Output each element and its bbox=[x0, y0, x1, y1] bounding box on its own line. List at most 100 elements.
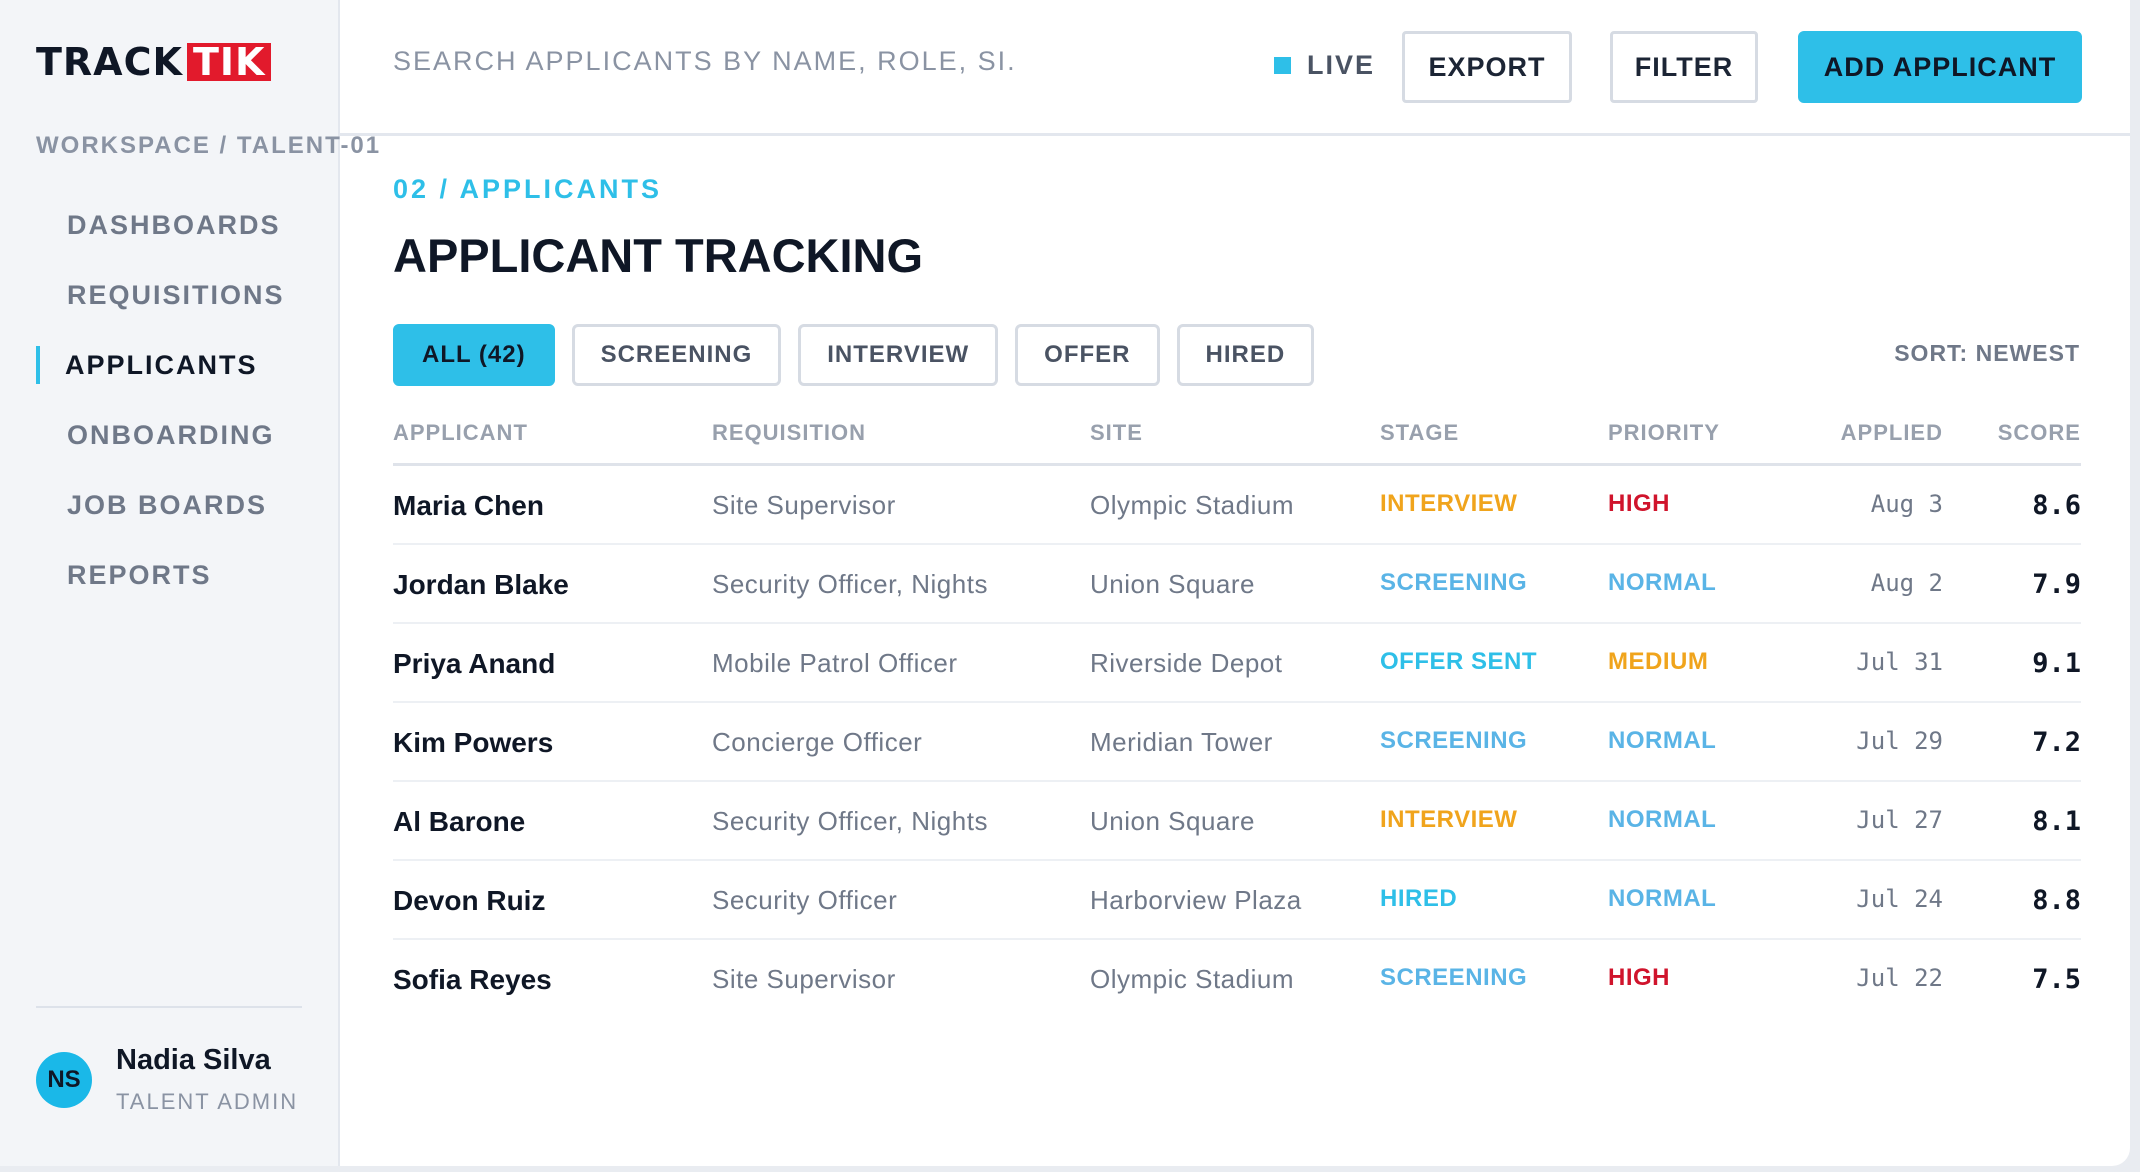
add-applicant-button[interactable]: ADD APPLICANT bbox=[1798, 31, 2082, 103]
priority-badge: NORMAL bbox=[1608, 727, 1717, 754]
requisition-cell: Site Supervisor bbox=[712, 964, 896, 994]
live-indicator: LIVE bbox=[1274, 50, 1375, 81]
stage-badge: SCREENING bbox=[1380, 727, 1528, 754]
sidebar-item-onboarding[interactable]: ONBOARDING bbox=[36, 400, 316, 470]
applied-date: Aug 3 bbox=[1870, 490, 1943, 518]
col-header-applied[interactable]: APPLIED bbox=[1841, 420, 1943, 446]
requisition-cell: Security Officer bbox=[712, 885, 898, 915]
requisition-cell: Mobile Patrol Officer bbox=[712, 648, 958, 678]
requisition-cell: Site Supervisor bbox=[712, 490, 896, 520]
priority-badge: NORMAL bbox=[1608, 806, 1717, 833]
user-role: TALENT ADMIN bbox=[116, 1089, 299, 1114]
score-value: 7.5 bbox=[2032, 964, 2081, 995]
requisition-cell: Security Officer, Nights bbox=[712, 806, 988, 836]
priority-badge: HIGH bbox=[1608, 490, 1670, 517]
tracktik-logo[interactable]: TRACK TIK bbox=[36, 40, 272, 84]
stage-badge: SCREENING bbox=[1380, 569, 1528, 596]
applied-date: Jul 24 bbox=[1856, 885, 1943, 913]
site-cell: Union Square bbox=[1090, 569, 1255, 599]
site-cell: Harborview Plaza bbox=[1090, 885, 1302, 915]
stage-badge: INTERVIEW bbox=[1380, 806, 1518, 833]
col-header-applicant[interactable]: APPLICANT bbox=[393, 420, 528, 446]
search-input[interactable] bbox=[393, 46, 1013, 77]
site-cell: Olympic Stadium bbox=[1090, 490, 1294, 520]
table-row[interactable]: Priya Anand Mobile Patrol Officer Rivers… bbox=[393, 624, 2081, 703]
table-row[interactable]: Sofia Reyes Site Supervisor Olympic Stad… bbox=[393, 940, 2081, 1019]
filter-chip-all[interactable]: ALL (42) bbox=[393, 324, 555, 386]
page-title: APPLICANT TRACKING bbox=[393, 229, 924, 282]
applicant-name[interactable]: Priya Anand bbox=[393, 648, 555, 680]
table-row[interactable]: Jordan Blake Security Officer, Nights Un… bbox=[393, 545, 2081, 624]
requisition-cell: Security Officer, Nights bbox=[712, 569, 988, 599]
col-header-stage[interactable]: STAGE bbox=[1380, 420, 1459, 446]
table-row[interactable]: Devon Ruiz Security Officer Harborview P… bbox=[393, 861, 2081, 940]
applicant-name[interactable]: Al Barone bbox=[393, 806, 525, 838]
col-header-requisition[interactable]: REQUISITION bbox=[712, 420, 866, 446]
avatar: NS bbox=[36, 1051, 92, 1108]
priority-badge: MEDIUM bbox=[1608, 648, 1709, 675]
workspace-breadcrumb: WORKSPACE / TALENT-01 bbox=[36, 132, 382, 159]
col-header-priority[interactable]: PRIORITY bbox=[1608, 420, 1720, 446]
sidebar-item-job-boards[interactable]: JOB BOARDS bbox=[36, 470, 316, 540]
sidebar-item-dashboards[interactable]: DASHBOARDS bbox=[36, 190, 316, 260]
applied-date: Jul 22 bbox=[1856, 964, 1943, 992]
site-cell: Meridian Tower bbox=[1090, 727, 1273, 757]
filter-chip-screening[interactable]: SCREENING bbox=[571, 324, 782, 386]
stage-badge: INTERVIEW bbox=[1380, 490, 1518, 517]
stage-badge: SCREENING bbox=[1380, 964, 1528, 991]
stage-badge: HIRED bbox=[1380, 885, 1458, 912]
score-value: 8.8 bbox=[2032, 885, 2081, 916]
priority-badge: NORMAL bbox=[1608, 885, 1717, 912]
table-header: APPLICANT REQUISITION SITE STAGE PRIORIT… bbox=[393, 410, 2081, 466]
live-dot-icon bbox=[1274, 57, 1291, 74]
filter-chip-interview[interactable]: INTERVIEW bbox=[798, 324, 999, 386]
filter-chip-offer[interactable]: OFFER bbox=[1015, 324, 1160, 386]
sidebar-item-applicants[interactable]: APPLICANTS bbox=[36, 330, 316, 400]
score-value: 9.1 bbox=[2032, 648, 2081, 679]
col-header-score[interactable]: SCORE bbox=[1998, 420, 2081, 446]
user-profile[interactable]: NS Nadia Silva TALENT ADMIN bbox=[36, 1044, 298, 1115]
section-eyebrow: 02 / APPLICANTS bbox=[393, 174, 663, 204]
sort-dropdown[interactable]: SORT: NEWEST bbox=[1894, 340, 2080, 367]
score-value: 7.9 bbox=[2032, 569, 2081, 600]
score-value: 8.1 bbox=[2032, 806, 2081, 837]
applied-date: Jul 27 bbox=[1856, 806, 1943, 834]
applied-date: Jul 31 bbox=[1856, 648, 1943, 676]
sidebar: TRACK TIK WORKSPACE / TALENT-01 DASHBOARD… bbox=[0, 0, 379, 1166]
score-value: 8.6 bbox=[2032, 490, 2081, 521]
applicant-name[interactable]: Sofia Reyes bbox=[393, 964, 552, 996]
priority-badge: HIGH bbox=[1608, 964, 1670, 991]
applicant-name[interactable]: Maria Chen bbox=[393, 490, 544, 522]
applicants-table: APPLICANT REQUISITION SITE STAGE PRIORIT… bbox=[393, 410, 2081, 1019]
col-header-site[interactable]: SITE bbox=[1090, 420, 1143, 446]
score-value: 7.2 bbox=[2032, 727, 2081, 758]
table-row[interactable]: Kim Powers Concierge Officer Meridian To… bbox=[393, 703, 2081, 782]
stage-filter-tabs: ALL (42) SCREENING INTERVIEW OFFER HIRED bbox=[393, 324, 1331, 386]
user-name: Nadia Silva bbox=[116, 1044, 271, 1076]
applicant-name[interactable]: Kim Powers bbox=[393, 727, 553, 759]
site-cell: Olympic Stadium bbox=[1090, 964, 1294, 994]
requisition-cell: Concierge Officer bbox=[712, 727, 923, 757]
table-row[interactable]: Maria Chen Site Supervisor Olympic Stadi… bbox=[393, 466, 2081, 545]
site-cell: Riverside Depot bbox=[1090, 648, 1283, 678]
stage-badge: OFFER SENT bbox=[1380, 648, 1538, 675]
applicant-name[interactable]: Devon Ruiz bbox=[393, 885, 545, 917]
sidebar-item-reports[interactable]: REPORTS bbox=[36, 540, 316, 610]
logo-track: TRACK bbox=[36, 40, 183, 84]
export-button[interactable]: EXPORT bbox=[1402, 31, 1572, 103]
priority-badge: NORMAL bbox=[1608, 569, 1717, 596]
applicant-name[interactable]: Jordan Blake bbox=[393, 569, 569, 601]
filter-button[interactable]: FILTER bbox=[1610, 31, 1758, 103]
applied-date: Jul 29 bbox=[1856, 727, 1943, 755]
filter-chip-hired[interactable]: HIRED bbox=[1176, 324, 1315, 386]
app-window: TRACK TIK WORKSPACE / TALENT-01 DASHBOARD… bbox=[0, 0, 2130, 1166]
sidebar-item-requisitions[interactable]: REQUISITIONS bbox=[36, 260, 316, 330]
user-text: Nadia Silva TALENT ADMIN bbox=[116, 1044, 298, 1115]
top-bar: LIVE EXPORT FILTER ADD APPLICANT bbox=[340, 0, 2130, 136]
table-row[interactable]: Al Barone Security Officer, Nights Union… bbox=[393, 782, 2081, 861]
table-body: Maria Chen Site Supervisor Olympic Stadi… bbox=[393, 466, 2081, 1019]
live-label: LIVE bbox=[1307, 50, 1376, 80]
sidebar-nav: DASHBOARDS REQUISITIONS APPLICANTS ONBOA… bbox=[36, 190, 316, 610]
site-cell: Union Square bbox=[1090, 806, 1255, 836]
sidebar-divider bbox=[36, 1006, 302, 1008]
